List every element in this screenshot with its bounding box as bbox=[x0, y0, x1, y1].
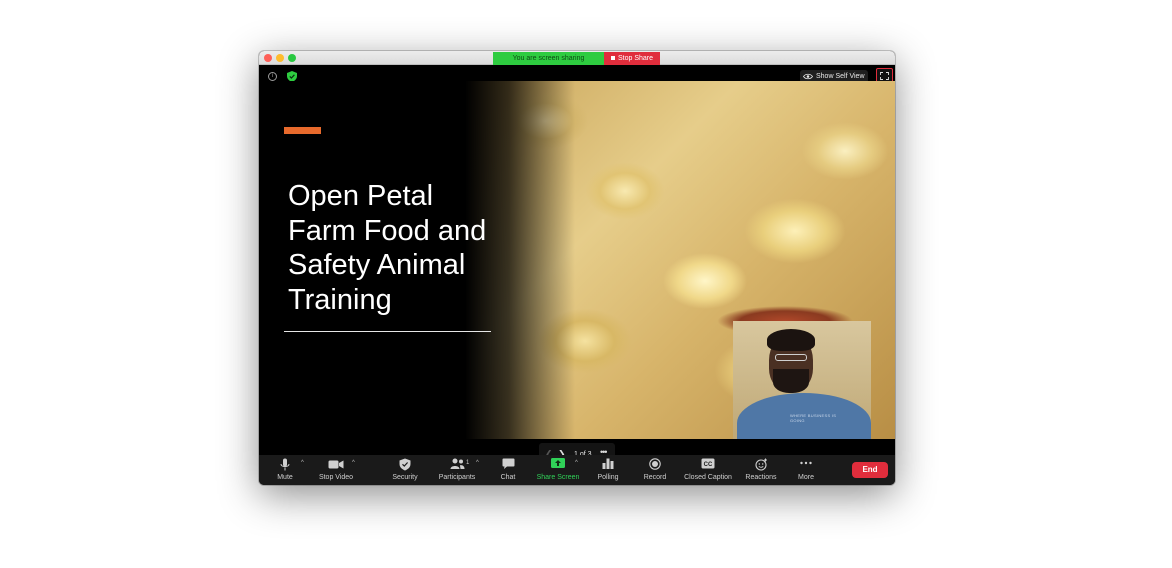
presenter-beard bbox=[773, 369, 809, 393]
stop-share-label: Stop Share bbox=[617, 55, 654, 62]
title-bar: You are screen sharing Stop Share bbox=[259, 51, 895, 65]
presenter-hair bbox=[767, 329, 815, 351]
mute-button[interactable]: Mute bbox=[272, 455, 298, 485]
more-label: More bbox=[798, 474, 814, 481]
audio-options-caret[interactable]: ^ bbox=[301, 460, 304, 466]
chat-label: Chat bbox=[500, 474, 516, 481]
participants-count: 1 bbox=[466, 460, 470, 466]
eye-icon bbox=[803, 73, 813, 80]
meeting-toolbar: Mute ^ Stop Video ^ Security Participant… bbox=[259, 455, 895, 485]
participants-label: Participants bbox=[438, 474, 476, 481]
show-self-view-label: Show Self View bbox=[816, 73, 865, 80]
stop-video-button[interactable]: Stop Video bbox=[315, 455, 357, 485]
presenter-glasses bbox=[775, 354, 807, 361]
security-label: Security bbox=[392, 474, 418, 481]
share-screen-button[interactable]: Share Screen bbox=[536, 455, 580, 485]
stop-share-button[interactable]: Stop Share bbox=[604, 52, 660, 65]
stop-video-label: Stop Video bbox=[318, 474, 354, 481]
shirt-text: WHERE BUSINESS IS GOING bbox=[790, 413, 837, 423]
video-options-caret[interactable]: ^ bbox=[352, 460, 355, 466]
record-dot-icon bbox=[649, 458, 661, 470]
participants-options-caret[interactable]: ^ bbox=[476, 460, 479, 466]
share-screen-label: Share Screen bbox=[536, 474, 580, 481]
zoom-window: You are screen sharing Stop Share i Show… bbox=[259, 51, 895, 485]
record-label: Record bbox=[643, 474, 667, 481]
screen-sharing-banner: You are screen sharing bbox=[493, 52, 604, 65]
reactions-label: Reactions bbox=[745, 474, 777, 481]
info-icon[interactable]: i bbox=[268, 72, 277, 81]
bar-chart-icon bbox=[602, 458, 614, 469]
stop-square-icon bbox=[610, 56, 615, 60]
shared-slide: Open Petal Farm Food and Safety Animal T… bbox=[259, 81, 895, 439]
chat-bubble-icon bbox=[502, 458, 515, 469]
svg-text:CC: CC bbox=[704, 462, 713, 468]
mute-label: Mute bbox=[277, 474, 293, 481]
presenter-video[interactable]: WHERE BUSINESS IS GOING bbox=[733, 321, 871, 439]
closed-caption-button[interactable]: CC Closed Caption bbox=[682, 455, 734, 485]
shield-icon bbox=[399, 458, 411, 471]
close-window-button[interactable] bbox=[264, 54, 272, 62]
minimize-window-button[interactable] bbox=[276, 54, 284, 62]
zoom-window-button[interactable] bbox=[288, 54, 296, 62]
accent-bar bbox=[284, 127, 321, 134]
meeting-stage: i Show Self View Open Petal Farm Food an… bbox=[259, 65, 895, 465]
reactions-button[interactable]: Reactions bbox=[744, 455, 778, 485]
chat-button[interactable]: Chat bbox=[496, 455, 520, 485]
fullscreen-icon bbox=[880, 72, 889, 80]
ellipsis-icon bbox=[800, 461, 812, 465]
microphone-icon bbox=[280, 458, 290, 471]
smiley-plus-icon bbox=[755, 458, 767, 471]
participants-button[interactable]: Participants bbox=[437, 455, 477, 485]
share-arrow-icon bbox=[551, 458, 565, 468]
cc-icon: CC bbox=[701, 458, 715, 469]
end-meeting-button[interactable]: End bbox=[852, 462, 888, 478]
title-divider bbox=[284, 331, 491, 332]
video-camera-icon bbox=[328, 460, 344, 469]
polling-button[interactable]: Polling bbox=[594, 455, 622, 485]
more-button[interactable]: More bbox=[795, 455, 817, 485]
people-icon bbox=[450, 458, 465, 469]
slide-title: Open Petal Farm Food and Safety Animal T… bbox=[288, 180, 487, 316]
security-button[interactable]: Security bbox=[389, 455, 421, 485]
closed-caption-label: Closed Caption bbox=[684, 474, 732, 481]
polling-label: Polling bbox=[597, 474, 619, 481]
record-button[interactable]: Record bbox=[641, 455, 669, 485]
share-options-caret[interactable]: ^ bbox=[575, 460, 578, 466]
